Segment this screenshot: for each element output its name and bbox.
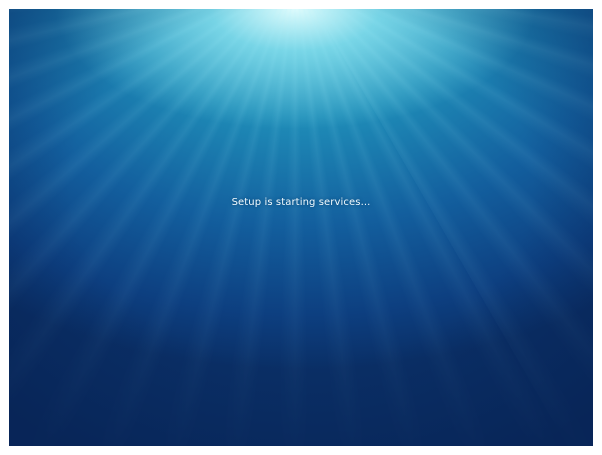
setup-status-message: Setup is starting services...: [231, 197, 371, 208]
setup-screen: Setup is starting services...: [9, 9, 593, 446]
vignette-overlay: [9, 9, 593, 446]
